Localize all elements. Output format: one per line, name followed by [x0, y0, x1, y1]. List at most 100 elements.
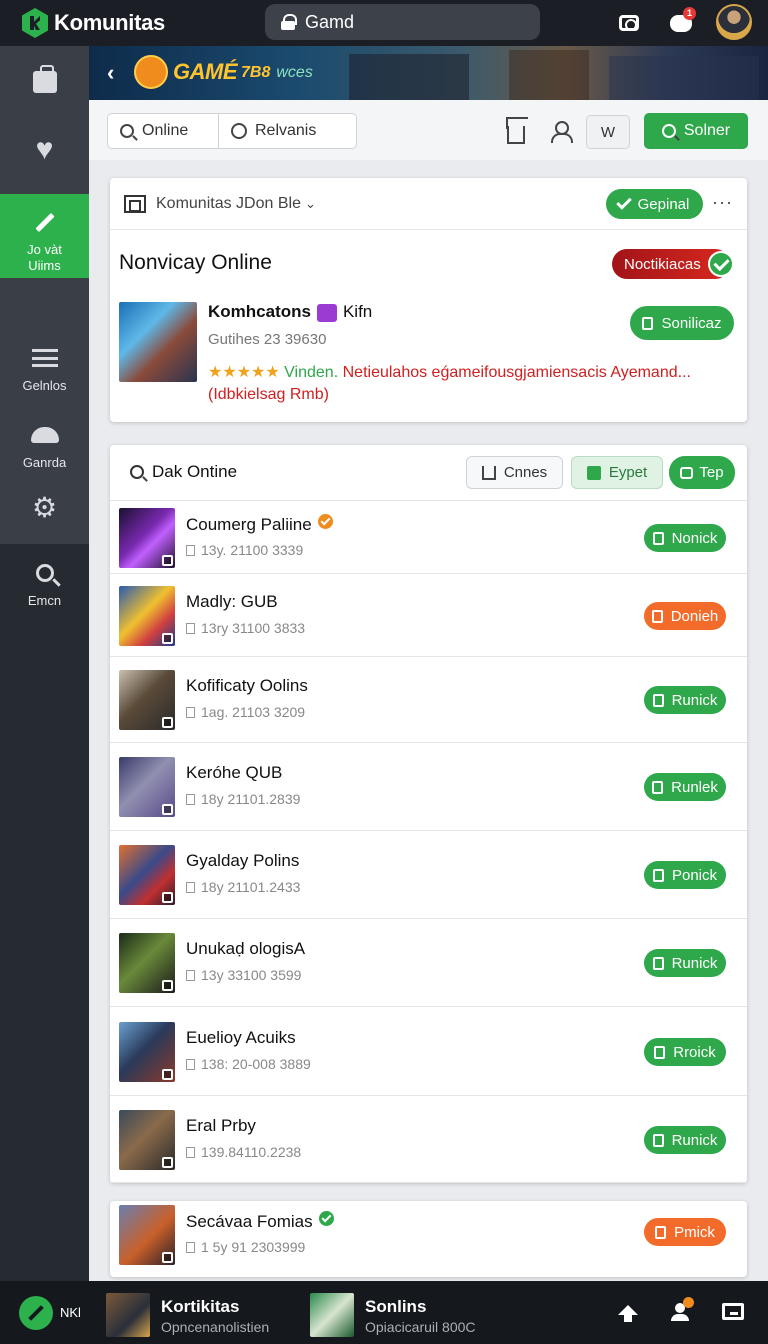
sidebar-item-search[interactable]: Emcn — [0, 559, 89, 609]
search-action-button[interactable]: Solner — [644, 113, 748, 149]
list-item[interactable]: Gyalday Polins 18y 21101.2433 Ponick — [110, 831, 747, 919]
game-thumbnail[interactable] — [119, 757, 175, 817]
game-meta: 18y 21101.2433 — [186, 879, 300, 895]
game-title[interactable]: Keróhe QUB — [186, 763, 282, 783]
featured-thumbnail[interactable] — [119, 302, 197, 382]
share-button[interactable]: Cnnes — [466, 456, 563, 489]
camera-button[interactable] — [616, 10, 642, 36]
search-icon — [130, 465, 144, 479]
game-action-button[interactable]: Runlek — [644, 773, 726, 801]
bottom-bar: NKl Kortikitas Opncenanolistien Sonlins … — [0, 1281, 768, 1344]
game-title[interactable]: Unukaḍ ologisA — [186, 939, 305, 959]
sidebar-item-bag[interactable] — [0, 65, 89, 102]
sidebar-item-favorites[interactable]: ♥ — [0, 135, 89, 172]
featured-badge-button[interactable]: Gepinal — [606, 189, 703, 219]
verified-icon — [317, 514, 333, 529]
featured-note: (Idbkielsag Rmb) — [208, 386, 329, 403]
game-meta: 13y. 21100 3339 — [186, 542, 303, 558]
arrow-up-icon — [618, 1305, 638, 1322]
recent-game-thumbnail-2[interactable] — [310, 1293, 354, 1337]
featured-item-name[interactable]: Komhcatons Kifn — [208, 302, 372, 322]
back-arrow-icon[interactable]: ‹ — [107, 60, 114, 86]
w-button[interactable]: W — [586, 115, 630, 149]
recent-game-sub: Opncenanolistien — [161, 1319, 270, 1335]
game-title[interactable]: Secávaa Fomias — [186, 1211, 334, 1232]
sidebar-item-label-2: Uiims — [28, 258, 61, 273]
list-item[interactable]: Kofificaty Oolins 1ag. 21103 3209 Runick — [110, 657, 747, 743]
export-button[interactable]: Eypet — [571, 456, 663, 489]
list-item[interactable]: Madly: GUB 13ry 31100 3833 Donieh — [110, 574, 747, 657]
community-dropdown[interactable]: Komunitas JDon Ble — [156, 195, 301, 213]
recent-game-title-2[interactable]: Sonlins — [365, 1297, 426, 1317]
search-input[interactable]: Gamd — [265, 4, 540, 40]
notifications-toggle[interactable]: Noctikiacas — [612, 249, 734, 279]
game-meta: 1 5y 91 2303999 — [186, 1239, 305, 1255]
pencil-icon — [34, 212, 55, 232]
list-item[interactable]: Euelioy Acuiks 138: 20-008 3889 Rroick — [110, 1007, 747, 1096]
tab-relevant[interactable]: Relvanis — [218, 113, 357, 149]
game-thumbnail[interactable] — [119, 845, 175, 905]
recent-game-thumbnail[interactable] — [106, 1293, 150, 1337]
game-thumbnail[interactable] — [119, 586, 175, 646]
list-header: Dak Ontine Cnnes Eypet Tep — [110, 445, 747, 501]
avatar[interactable] — [716, 4, 752, 40]
featured-rating: ★★★★★ Vinden. Netieulahos eǵameifousgjam… — [208, 362, 738, 382]
game-action-button[interactable]: Runick — [644, 1126, 726, 1154]
sidebar-item-settings[interactable]: ⚙ — [0, 494, 89, 528]
game-title[interactable]: Kofificaty Oolins — [186, 676, 308, 696]
chat-button[interactable]: 1 — [668, 6, 696, 36]
sidebar-item-menu[interactable]: Gelnlos — [0, 344, 89, 394]
game-title[interactable]: Euelioy Acuiks — [186, 1028, 296, 1048]
featured-item-tag: Kifn — [342, 302, 373, 321]
profile-button[interactable] — [551, 121, 573, 143]
list-item[interactable]: Keróhe QUB 18y 21101.2839 Runlek — [110, 743, 747, 831]
list-item[interactable]: Coumerg Paliine 13y. 21100 3339 Nonick — [110, 502, 747, 574]
game-action-button[interactable]: Donieh — [644, 602, 726, 630]
game-thumbnail[interactable] — [119, 508, 175, 568]
game-action-button[interactable]: Runick — [644, 949, 726, 977]
brand-logo-icon[interactable] — [19, 1296, 53, 1330]
chevron-down-icon[interactable]: ⌄ — [305, 196, 316, 212]
game-title[interactable]: Madly: GUB — [186, 592, 278, 612]
clipboard-icon — [655, 1225, 667, 1239]
game-action-label: Nonick — [671, 529, 718, 547]
sidebar-item-active[interactable]: Jo vàt Uiims — [0, 194, 89, 278]
game-action-button[interactable]: Pmick — [644, 1218, 726, 1246]
featured-item-meta: Gutihes 23 39630 — [208, 331, 327, 348]
game-thumbnail[interactable] — [119, 1022, 175, 1082]
featured-action-button[interactable]: Sonilicaz — [630, 306, 734, 340]
game-action-button[interactable]: Ponick — [644, 861, 726, 889]
app-logo[interactable]: Komunitas — [22, 8, 262, 38]
game-title-text: Gyalday Polins — [186, 851, 300, 870]
game-thumbnail[interactable] — [119, 670, 175, 730]
top-button[interactable]: Tep — [669, 456, 735, 489]
game-meta-text: 18y 21101.2839 — [201, 791, 301, 807]
game-title[interactable]: Eral Prby — [186, 1116, 256, 1136]
upload-button[interactable] — [618, 1305, 638, 1323]
game-action-button[interactable]: Runick — [644, 686, 726, 714]
game-thumbnail[interactable] — [119, 933, 175, 993]
verified-icon — [318, 1211, 334, 1226]
mini-badge-icon — [162, 1252, 173, 1263]
game-action-button[interactable]: Nonick — [644, 524, 726, 552]
screen-button[interactable] — [722, 1303, 744, 1321]
game-thumbnail[interactable] — [119, 1110, 175, 1170]
game-thumbnail[interactable] — [119, 1205, 175, 1265]
game-title[interactable]: Coumerg Paliine — [186, 514, 333, 535]
game-title[interactable]: Gyalday Polins — [186, 851, 299, 871]
box-icon — [186, 623, 195, 634]
sidebar-item-cloud[interactable]: Ganrda — [0, 421, 89, 471]
more-options-icon[interactable]: ··· — [712, 192, 733, 213]
export-icon — [586, 465, 601, 480]
check-circle-icon — [708, 251, 734, 277]
tab-relevant-label: Relvanis — [255, 122, 317, 139]
recent-game-title[interactable]: Kortikitas — [161, 1297, 239, 1317]
list-item[interactable]: Eral Prby 139.84110.2238 Runick — [110, 1096, 747, 1183]
game-action-button[interactable]: Rroick — [644, 1038, 726, 1066]
home-button[interactable] — [507, 122, 527, 144]
game-meta: 1ag. 21103 3209 — [186, 704, 305, 720]
tab-online[interactable]: Online — [107, 113, 219, 149]
clipboard-icon — [652, 1133, 664, 1147]
list-item[interactable]: Unukaḍ ologisA 13y 33100 3599 Runick — [110, 919, 747, 1007]
toolbar: Online Relvanis W Solner — [89, 100, 768, 160]
